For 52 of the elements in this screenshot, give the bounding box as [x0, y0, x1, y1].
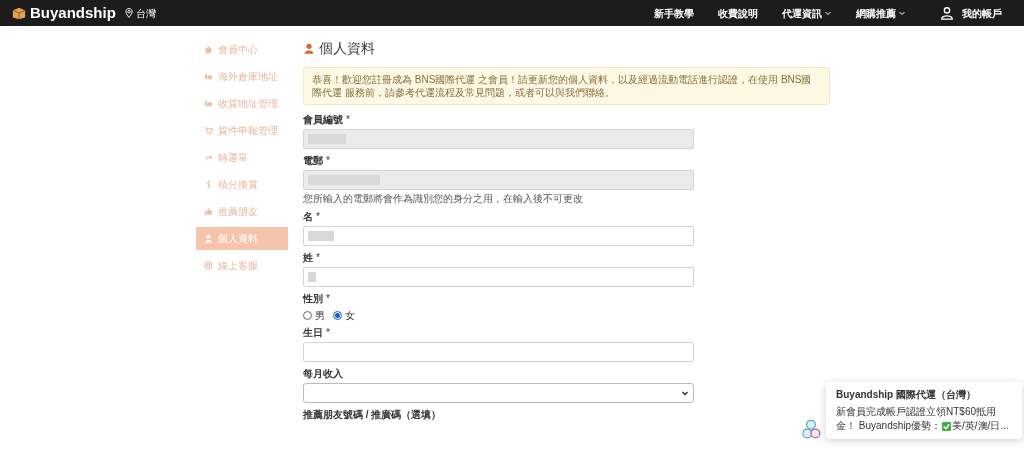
field-label: 會員編號 — [303, 114, 343, 126]
user-icon — [940, 6, 954, 20]
field-label: 推薦朋友號碼 / 推廣碼（選填） — [303, 409, 442, 421]
help-text: 您所輸入的電郵將會作為識別您的身分之用，在輸入後不可更改 — [303, 193, 584, 205]
field-label: 性別 — [303, 293, 323, 305]
input-field[interactable] — [303, 342, 694, 362]
radio-label[interactable]: 女 — [345, 308, 355, 323]
select-field[interactable] — [303, 383, 694, 403]
input-field[interactable] — [303, 267, 694, 287]
radio-label[interactable]: 男 — [315, 308, 325, 323]
list-icon — [204, 72, 213, 81]
required-mark: * — [326, 155, 330, 167]
required-mark: * — [316, 252, 320, 264]
nav-link[interactable]: 網購推薦 — [856, 5, 906, 21]
required-mark: * — [316, 211, 320, 223]
nav-link[interactable]: 新手教學 — [654, 5, 694, 21]
checkbox-icon — [942, 421, 952, 431]
nav-link[interactable]: 代運資訊 — [782, 5, 832, 21]
field-label: 姓 — [303, 252, 313, 264]
alert-message: 恭喜！歡迎您註冊成為 BNS國際代運 之會員！請更新您的個人資料，以及經過流動電話進行認證，在使用 BNS國際代運 服務前，請參考代運流程及常見問題，或者可以與我們聯絡。 — [303, 67, 830, 105]
logo[interactable]: Buyandship — [30, 1, 116, 25]
chat-message: 金！ Buyandship優勢： — [836, 419, 942, 433]
nav-link[interactable]: 收費說明 — [718, 5, 758, 21]
field-label: 名 — [303, 211, 313, 223]
avatars-icon — [800, 419, 822, 439]
chat-popup[interactable]: Buyandship 國際代運（台灣） 新會員完成帳戶認證立領NT$60抵用 金！ Buyandship優勢： 美/英/澳/日... — [826, 382, 1022, 439]
chat-title: Buyandship 國際代運（台灣） — [836, 388, 977, 402]
cart-icon — [204, 126, 213, 135]
region-label[interactable]: 台灣 — [135, 5, 156, 21]
thumbs-up-icon — [204, 207, 213, 216]
page-title: 個人資料 — [319, 39, 375, 58]
required-mark: * — [326, 293, 330, 305]
chat-message: 新會員完成帳戶認證立領NT$60抵用 — [836, 405, 996, 419]
user-icon — [303, 42, 315, 55]
location-pin-icon — [123, 8, 134, 18]
field-label: 電郵 — [303, 155, 323, 167]
input-field[interactable] — [303, 226, 694, 246]
required-mark: * — [326, 327, 330, 339]
required-mark: * — [346, 114, 350, 126]
share-arrow-icon — [204, 153, 213, 162]
user-icon — [204, 234, 213, 243]
chevron-down-icon — [681, 389, 689, 397]
list-icon — [204, 99, 213, 108]
field-label: 每月收入 — [303, 368, 343, 380]
account-link[interactable]: 我的帳戶 — [962, 5, 1002, 21]
lifebuoy-icon — [204, 261, 213, 270]
dollar-icon — [204, 180, 213, 189]
field-label: 生日 — [303, 327, 323, 339]
box-icon — [12, 6, 26, 20]
chat-message: 美/英/澳/日... — [952, 419, 1009, 433]
home-icon — [204, 45, 213, 54]
radio-button[interactable] — [333, 311, 342, 320]
